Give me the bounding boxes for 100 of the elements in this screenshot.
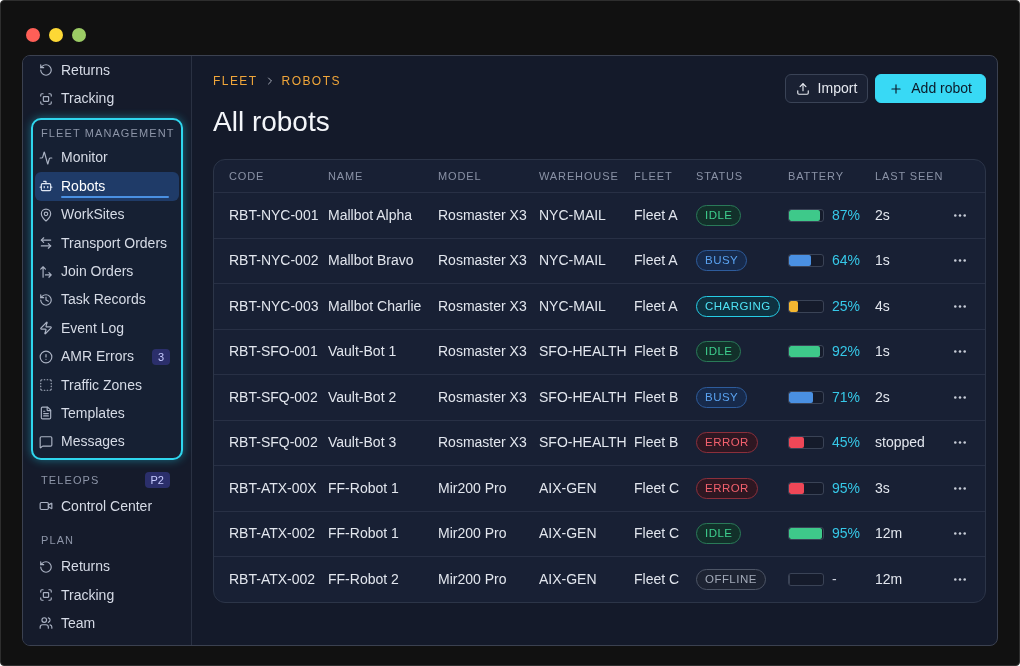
table-cell-text: Vault-Bot 1	[328, 342, 397, 362]
ellipsis-icon	[954, 213, 966, 217]
section-title: PLAN	[41, 533, 75, 549]
ellipsis-icon	[954, 259, 966, 263]
section-title: FLEET MANAGEMENT	[41, 125, 175, 141]
battery-reading: 45%	[832, 433, 861, 453]
table-cell-text: Mallbot Charlie	[328, 296, 422, 316]
table-cell-text: 12m	[875, 524, 903, 544]
table-cell-text: Rosmaster X3	[438, 296, 527, 316]
column-header: BATTERY	[788, 168, 844, 184]
window-minimize-icon[interactable]	[49, 28, 63, 42]
breadcrumb-link[interactable]: ROBOTS	[281, 72, 341, 90]
table-cell-text: SFO-HEALTH	[539, 342, 627, 362]
column-header: WAREHOUSE	[539, 168, 619, 184]
table-cell-text: 1s	[875, 251, 890, 271]
ellipsis-icon	[954, 532, 966, 536]
status-badge: OFFLINE	[696, 568, 766, 590]
table-cell-text: SFO-HEALTH	[539, 433, 627, 453]
battery-bar	[788, 436, 824, 450]
table-cell-text: Rosmaster X3	[438, 342, 527, 362]
table-cell-text: Vault-Bot 2	[328, 387, 397, 407]
breadcrumb-link[interactable]: FLEET	[213, 72, 258, 90]
table-cell-text: RBT-ATX-002	[229, 524, 316, 544]
table-cell-text: FF-Robot 2	[328, 569, 399, 589]
table-cell-text: Fleet A	[634, 205, 678, 225]
alert-circle-icon	[39, 349, 53, 364]
table-cell-text: RBT-NYC-001	[229, 205, 319, 225]
chat-bubble-icon	[39, 434, 53, 449]
table-cell-text: NYC-MAIL	[539, 205, 606, 225]
table-cell-text: Mallbot Alpha	[328, 205, 413, 225]
sidebar-item[interactable]: Returns	[31, 552, 183, 581]
sidebar-item[interactable]: Returns	[31, 56, 183, 85]
sidebar-item[interactable]: Messages	[35, 427, 179, 457]
table-cell-text: Vault-Bot 3	[328, 433, 397, 453]
table-cell-text: Fleet A	[634, 296, 678, 316]
import-button[interactable]: Import	[784, 74, 869, 103]
battery-bar	[788, 481, 824, 495]
count-badge: 3	[151, 348, 170, 365]
ellipsis-icon	[954, 350, 966, 354]
swap-arrows-icon	[39, 236, 53, 251]
sidebar-item[interactable]: AMR Errors 3	[35, 342, 179, 371]
battery-bar	[788, 572, 824, 586]
sidebar-item[interactable]: Join Orders	[35, 257, 179, 286]
window-close-icon[interactable]	[26, 28, 40, 42]
ellipsis-icon	[954, 577, 966, 581]
page-title: All robots	[213, 105, 331, 139]
table-cell-text: RBT-ATX-002	[229, 569, 316, 589]
battery-bar	[788, 527, 824, 541]
sidebar-item[interactable]: WorkSites	[35, 200, 179, 229]
rotate-arrow-icon	[39, 63, 53, 78]
status-badge: IDLE	[696, 523, 742, 545]
corner-arrows-icon	[39, 264, 53, 279]
scan-frame-icon	[39, 91, 53, 106]
sidebar-item[interactable]: Task Records	[35, 285, 179, 315]
rotate-arrow-icon	[39, 559, 53, 574]
battery-bar	[788, 254, 824, 268]
status-badge: IDLE	[696, 341, 742, 363]
sidebar-item[interactable]: Event Log	[35, 314, 179, 343]
battery-reading: 95%	[832, 524, 861, 544]
table-cell-text: AIX-GEN	[539, 569, 597, 589]
table-cell-text: RBT-SFQ-002	[229, 387, 318, 407]
table-cell-text: Fleet C	[634, 478, 680, 498]
ellipsis-icon	[954, 395, 966, 399]
plus-icon	[889, 81, 904, 96]
table-cell-text: Fleet C	[634, 524, 680, 544]
window-maximize-icon[interactable]	[72, 28, 86, 42]
table-cell-text: 1s	[875, 342, 890, 362]
table-cell-text: Rosmaster X3	[438, 205, 527, 225]
status-badge: CHARGING	[696, 295, 780, 317]
sidebar-item[interactable]: Tracking	[31, 84, 183, 113]
add-button[interactable]: Add robot	[875, 74, 986, 103]
lightning-icon	[39, 321, 53, 336]
sidebar-item[interactable]: Tracking	[31, 580, 183, 610]
table-cell-text: Mir200 Pro	[438, 524, 507, 544]
sidebar-item[interactable]: Control Center	[31, 492, 183, 521]
table-cell-text: 2s	[875, 387, 890, 407]
sidebar-item[interactable]: Traffic Zones	[35, 370, 179, 400]
table-cell-text: RBT-NYC-003	[229, 296, 319, 316]
users-icon	[39, 616, 53, 631]
table-cell-text: Fleet B	[634, 342, 679, 362]
table-cell-text: Fleet C	[634, 569, 680, 589]
ellipsis-icon	[954, 304, 966, 308]
table-cell-text: 4s	[875, 296, 890, 316]
sidebar-item[interactable]: Team	[31, 609, 183, 638]
table-cell-text: Mir200 Pro	[438, 569, 507, 589]
status-badge: BUSY	[696, 386, 748, 408]
sidebar-item[interactable]: Robots	[35, 172, 179, 201]
sidebar-item[interactable]: Templates	[35, 399, 179, 428]
sidebar-item[interactable]: Transport Orders	[35, 228, 179, 258]
battery-reading: 87%	[832, 205, 861, 225]
history-icon	[39, 292, 53, 307]
battery-bar	[788, 345, 824, 359]
table-cell-text: RBT-SFO-001	[229, 342, 318, 362]
table-cell-text: Rosmaster X3	[438, 433, 527, 453]
table-cell-text: NYC-MAIL	[539, 251, 606, 271]
status-badge: IDLE	[696, 204, 742, 226]
section-badge: P2	[144, 472, 170, 489]
battery-reading: 25%	[832, 296, 861, 316]
sidebar-item[interactable]: Monitor	[35, 143, 179, 173]
scan-frame-icon	[39, 588, 53, 603]
